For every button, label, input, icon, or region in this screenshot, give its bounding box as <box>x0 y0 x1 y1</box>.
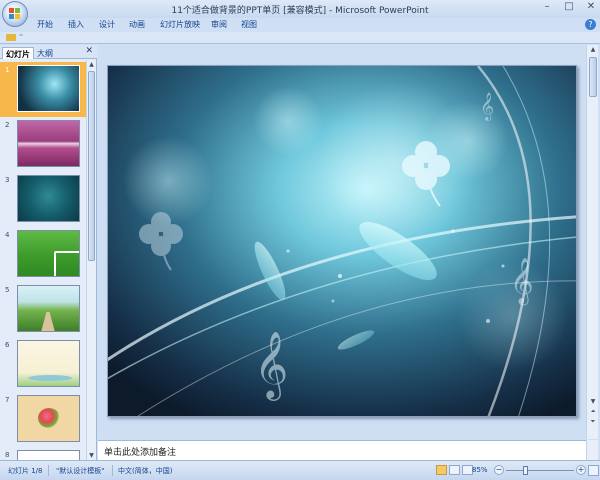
close-panel-icon[interactable]: ✕ <box>85 46 93 56</box>
tab-slideshow[interactable]: 幻灯片放映 <box>160 19 200 30</box>
zoom-in-button[interactable]: + <box>576 465 586 475</box>
slide-thumbnail-6[interactable]: 6 <box>0 337 86 392</box>
slide-thumbnail-3[interactable]: 3 <box>0 172 86 227</box>
fit-to-window-icon[interactable] <box>588 465 599 476</box>
tab-design[interactable]: 设计 <box>99 19 115 30</box>
slide-preview <box>17 285 80 332</box>
slide-thumbnail-2[interactable]: 2 <box>0 117 86 172</box>
slides-panel: 幻灯片 大纲 ✕ 1 2 3 4 5 6 7 8 ▲ ▼ <box>0 45 97 460</box>
slide-preview <box>17 120 80 167</box>
slide-background-art: 𝄞 𝄞 𝄞 <box>108 66 576 416</box>
notes-placeholder: 单击此处添加备注 <box>104 448 177 458</box>
zoom-out-button[interactable]: − <box>494 465 504 475</box>
slide-thumbnails: 1 2 3 4 5 6 7 8 <box>0 60 86 460</box>
office-button[interactable] <box>2 1 28 27</box>
notes-scrollbar[interactable] <box>586 440 598 460</box>
next-slide-icon[interactable]: ⏷ <box>588 417 598 427</box>
slide-number: 2 <box>5 121 10 129</box>
open-folder-icon[interactable] <box>6 34 16 41</box>
slide-thumbnail-5[interactable]: 5 <box>0 282 86 337</box>
scroll-down-icon[interactable]: ▼ <box>588 397 598 407</box>
minimize-button[interactable]: – <box>542 2 552 12</box>
slide-number: 6 <box>5 341 10 349</box>
theme-status[interactable]: "默认设计模板" <box>56 466 104 476</box>
slide-preview <box>17 340 80 387</box>
slide-number: 3 <box>5 176 10 184</box>
tab-slides[interactable]: 幻灯片 <box>2 47 34 59</box>
slide-thumbnail-1[interactable]: 1 <box>0 62 86 117</box>
svg-text:𝄞: 𝄞 <box>510 258 534 306</box>
scroll-down-icon[interactable]: ▼ <box>87 451 96 460</box>
slide-count-status: 幻灯片 1/8 <box>8 467 43 475</box>
window-title: 11个适合做背景的PPT单页 [兼容模式] - Microsoft PowerP… <box>171 6 429 16</box>
slide-preview <box>17 395 80 442</box>
tab-home[interactable]: 开始 <box>37 19 53 30</box>
zoom-slider-knob[interactable] <box>523 466 528 475</box>
previous-slide-icon[interactable]: ⏶ <box>588 407 598 417</box>
slide-preview <box>17 450 80 460</box>
slide-preview <box>17 175 80 222</box>
tab-insert[interactable]: 插入 <box>68 19 84 30</box>
quick-access-toolbar: ⁼ <box>0 32 600 44</box>
slide-number: 1 <box>5 66 10 74</box>
tab-animation[interactable]: 动画 <box>129 19 145 30</box>
scroll-up-icon[interactable]: ▲ <box>87 60 96 69</box>
notes-pane[interactable]: 单击此处添加备注 <box>98 440 586 460</box>
slide-number: 7 <box>5 396 10 404</box>
ribbon-tabs: 开始 插入 设计 动画 幻灯片放映 审阅 视图 ? <box>0 18 600 32</box>
help-icon[interactable]: ? <box>585 19 596 30</box>
svg-text:𝄞: 𝄞 <box>254 330 288 401</box>
normal-view-icon[interactable] <box>436 465 447 475</box>
slide-thumbnail-7[interactable]: 7 <box>0 392 86 447</box>
panel-tabs: 幻灯片 大纲 ✕ <box>0 45 97 59</box>
slide-number: 8 <box>5 451 10 459</box>
scrollbar-thumb[interactable] <box>589 57 597 97</box>
slide-sorter-view-icon[interactable] <box>449 465 460 475</box>
status-bar: 幻灯片 1/8 "默认设计模板" 中文(简体，中国) 85% − + <box>0 460 600 480</box>
scroll-up-icon[interactable]: ▲ <box>588 45 598 55</box>
slide-number: 4 <box>5 231 10 239</box>
slide-scrollbar[interactable]: ▲ ▼ ⏶ ⏷ <box>586 45 598 439</box>
language-status[interactable]: 中文(简体，中国) <box>118 466 172 476</box>
slide-editing-area: 𝄞 𝄞 𝄞 <box>98 45 586 439</box>
close-button[interactable]: ✕ <box>586 2 596 12</box>
current-slide[interactable]: 𝄞 𝄞 𝄞 <box>107 65 577 417</box>
customize-dropdown-icon[interactable]: ⁼ <box>19 32 23 41</box>
window-controls: – □ ✕ <box>542 2 596 12</box>
tab-outline[interactable]: 大纲 <box>34 47 56 59</box>
maximize-button[interactable]: □ <box>564 2 574 12</box>
title-bar: 11个适合做背景的PPT单页 [兼容模式] - Microsoft PowerP… <box>0 0 600 18</box>
scrollbar-thumb[interactable] <box>88 71 95 261</box>
tab-review[interactable]: 审阅 <box>211 19 227 30</box>
office-logo-icon <box>9 8 21 20</box>
thumbnail-scrollbar[interactable]: ▲ ▼ <box>86 60 96 460</box>
slide-thumbnail-4[interactable]: 4 <box>0 227 86 282</box>
slide-number: 5 <box>5 286 10 294</box>
slide-preview <box>17 65 80 112</box>
slide-preview <box>17 230 80 277</box>
zoom-level[interactable]: 85% <box>472 466 488 474</box>
svg-text:𝄞: 𝄞 <box>480 92 494 121</box>
tab-view[interactable]: 视图 <box>241 19 257 30</box>
slide-thumbnail-8[interactable]: 8 <box>0 447 86 460</box>
zoom-slider-track[interactable] <box>506 470 574 471</box>
